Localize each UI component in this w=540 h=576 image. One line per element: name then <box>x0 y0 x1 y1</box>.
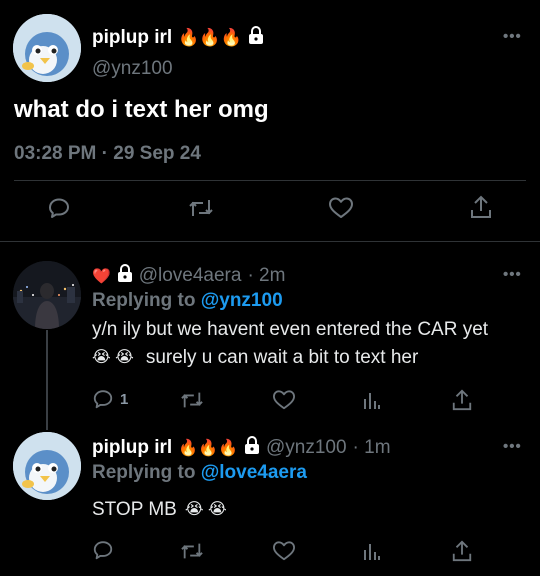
like-button[interactable] <box>272 540 296 562</box>
reply1-author-row: ❤️ @love4aera · 2m <box>92 264 285 287</box>
analytics-icon <box>364 393 380 409</box>
main-display-name[interactable]: piplup irl <box>92 27 172 49</box>
share-icon <box>452 540 472 562</box>
like-button[interactable] <box>328 196 354 220</box>
reply1-text: y/n ily but we havent even entered the C… <box>92 316 488 372</box>
analytics-button[interactable] <box>362 540 382 562</box>
divider <box>0 241 540 242</box>
share-button[interactable] <box>451 388 473 412</box>
share-button[interactable] <box>451 539 473 563</box>
like-button[interactable] <box>272 389 296 411</box>
reply-icon <box>93 541 113 560</box>
avatar-main[interactable] <box>13 14 81 82</box>
reply-button[interactable] <box>47 196 71 220</box>
reply2-name-emojis: 🔥🔥🔥 <box>178 439 238 457</box>
thread-line <box>46 330 48 430</box>
reply1-text-line1: y/n ily but we havent even entered the C… <box>92 319 489 340</box>
more-options-icon[interactable]: ••• <box>503 28 522 45</box>
piplup-avatar-image <box>13 14 81 82</box>
replying-prefix: Replying to <box>92 290 201 311</box>
piplup-avatar-image <box>13 432 81 500</box>
reply1-text-line2-row: 😭 😭 surely u can wait a bit to text her <box>92 344 488 372</box>
reply-icon <box>93 390 113 409</box>
reply-count: 1 <box>120 390 129 408</box>
crying-emojis: 😭 😭 <box>92 349 134 366</box>
reply2-replying-to: Replying to @love4aera <box>92 462 307 484</box>
share-button[interactable] <box>469 194 493 220</box>
main-author-row: piplup irl 🔥🔥🔥 <box>92 26 264 49</box>
analytics-icon <box>364 544 380 560</box>
more-options-icon[interactable]: ••• <box>503 266 522 283</box>
lock-icon <box>248 26 264 49</box>
reply1-replying-to: Replying to @ynz100 <box>92 290 283 312</box>
like-icon <box>272 390 295 410</box>
mention-link[interactable]: @love4aera <box>201 462 307 483</box>
main-timestamp[interactable]: 03:28 PM · 29 Sep 24 <box>14 143 201 165</box>
more-options-icon[interactable]: ••• <box>503 438 522 455</box>
retweet-button[interactable] <box>180 540 204 562</box>
retweet-icon <box>181 543 203 559</box>
main-handle[interactable]: @ynz100 <box>92 58 173 80</box>
lock-icon <box>117 264 133 287</box>
night-city-avatar-image <box>13 261 81 329</box>
retweet-icon <box>181 392 203 408</box>
crying-emojis: 😭 😭 <box>184 501 227 518</box>
replying-prefix: Replying to <box>92 462 201 483</box>
retweet-button[interactable] <box>188 196 214 220</box>
reply-button[interactable] <box>92 539 114 561</box>
reply1-heart: ❤️ <box>92 267 111 285</box>
main-tweet-text: what do i text her omg <box>14 96 269 123</box>
reply1-handle[interactable]: @love4aera <box>139 265 242 287</box>
reply-button[interactable]: 1 <box>92 388 128 410</box>
like-icon <box>272 541 295 561</box>
avatar-reply1[interactable] <box>13 261 81 329</box>
mention-link[interactable]: @ynz100 <box>201 290 283 311</box>
reply2-text-row: STOP MB 😭 😭 <box>92 496 227 524</box>
reply2-text: STOP MB <box>92 499 177 520</box>
main-name-emojis: 🔥🔥🔥 <box>178 27 242 47</box>
reply1-text-line2: surely u can wait a bit to text her <box>145 347 419 368</box>
retweet-icon <box>189 200 213 216</box>
reply1-time[interactable]: · 2m <box>247 265 285 287</box>
reply2-handle[interactable]: @ynz100 <box>266 437 347 459</box>
like-icon <box>329 197 353 218</box>
reply-icon <box>49 198 69 218</box>
reply2-display-name[interactable]: piplup irl <box>92 437 172 459</box>
retweet-button[interactable] <box>180 389 204 411</box>
reply2-time[interactable]: · 1m <box>353 437 391 459</box>
lock-icon <box>244 436 260 459</box>
divider <box>14 180 526 181</box>
share-icon <box>471 195 491 218</box>
reply2-author-row: piplup irl 🔥🔥🔥 @ynz100 · 1m <box>92 436 391 459</box>
analytics-button[interactable] <box>362 389 382 411</box>
share-icon <box>452 389 472 411</box>
avatar-reply2[interactable] <box>13 432 81 500</box>
